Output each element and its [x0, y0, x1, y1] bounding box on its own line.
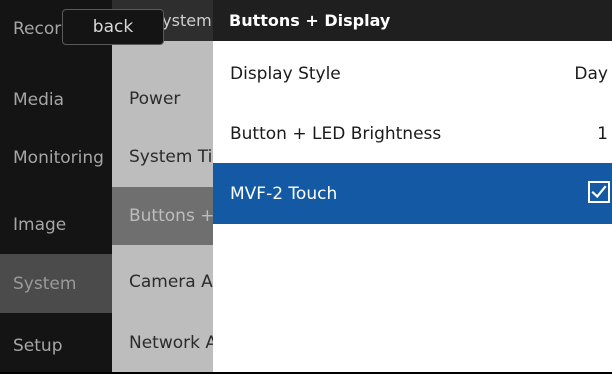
setting-value: 1 [597, 123, 608, 144]
setting-button-led-brightness[interactable]: Button + LED Brightness 1 [213, 103, 612, 164]
back-button[interactable]: back [62, 9, 164, 45]
menu-item-setup[interactable]: Setup [0, 318, 112, 374]
setting-label: Display Style [230, 63, 341, 84]
check-icon [591, 185, 607, 199]
setting-value: Day [574, 63, 608, 84]
menu-item-media[interactable]: Media [0, 72, 112, 128]
submenu-item-system-time[interactable]: System Time [112, 128, 213, 185]
menu-item-image[interactable]: Image [0, 197, 112, 253]
submenu: System Power System Time Buttons + Displ… [112, 0, 213, 372]
main-menu: Record Media Monitoring Image System Set… [0, 0, 112, 372]
setting-mvf2-touch[interactable]: MVF-2 Touch [213, 163, 612, 224]
setting-label: MVF-2 Touch [230, 183, 338, 204]
submenu-item-network-access[interactable]: Network Access [112, 314, 213, 371]
settings-panel-title: Buttons + Display [213, 0, 612, 41]
setting-display-style[interactable]: Display Style Day [213, 43, 612, 104]
menu-item-monitoring[interactable]: Monitoring [0, 130, 112, 186]
settings-panel: Buttons + Display Display Style Day Butt… [213, 0, 612, 372]
setting-label: Button + LED Brightness [230, 123, 442, 144]
menu-item-system[interactable]: System [0, 254, 112, 313]
submenu-item-buttons-display[interactable]: Buttons + Display [112, 187, 213, 245]
submenu-item-camera-access[interactable]: Camera Access [112, 253, 213, 310]
mvf2-touch-checkbox[interactable] [588, 181, 610, 203]
submenu-item-power[interactable]: Power [112, 70, 213, 127]
